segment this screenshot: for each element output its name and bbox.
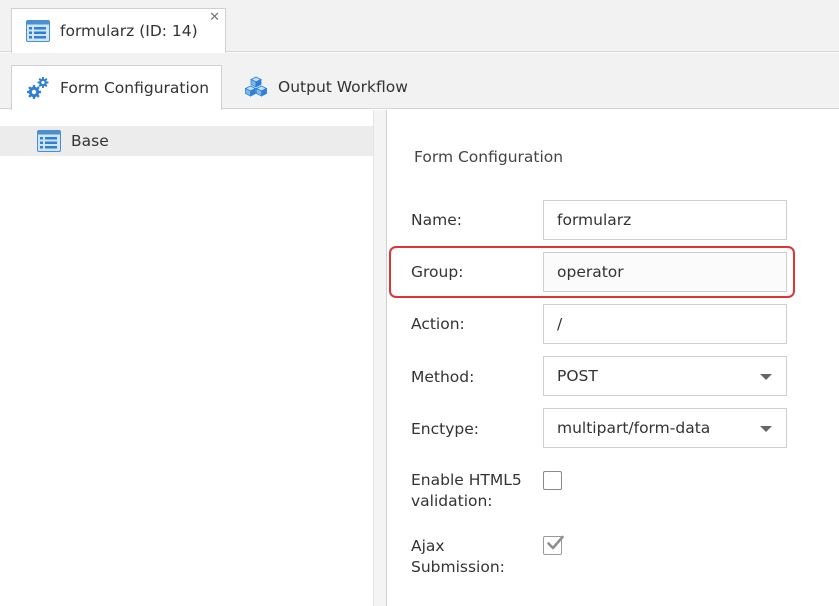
tab-output-workflow[interactable]: Output Workflow <box>231 65 431 109</box>
action-label: Action: <box>411 315 465 333</box>
html5-validation-label-line1: Enable HTML5 <box>411 471 522 489</box>
sub-tab-bar: Form Configuration Output Workflow <box>0 53 839 110</box>
ajax-submission-label: Ajax Submission: <box>411 536 505 578</box>
form-icon <box>26 20 50 42</box>
checkmark-icon <box>547 535 564 550</box>
name-input[interactable]: formularz <box>543 200 787 240</box>
method-select[interactable]: POST <box>543 356 787 396</box>
tab-output-workflow-label: Output Workflow <box>278 78 408 96</box>
name-input-value: formularz <box>557 211 632 229</box>
document-tab-bar: formularz (ID: 14) ✕ <box>0 0 839 53</box>
chevron-down-icon <box>760 426 772 432</box>
group-label: Group: <box>411 263 464 281</box>
cubes-icon <box>244 76 268 97</box>
enctype-select[interactable]: multipart/form-data <box>543 408 787 448</box>
html5-validation-checkbox[interactable] <box>543 471 562 490</box>
ajax-submission-label-line1: Ajax <box>411 537 445 555</box>
panel-title: Form Configuration <box>414 148 564 166</box>
name-label: Name: <box>411 211 462 229</box>
method-label: Method: <box>411 368 475 386</box>
action-input[interactable]: / <box>543 304 787 344</box>
tab-form-configuration[interactable]: Form Configuration <box>11 65 222 110</box>
tree-item-base[interactable]: Base <box>0 126 373 156</box>
group-input-value: operator <box>557 263 624 281</box>
panel-splitter[interactable] <box>373 110 387 606</box>
action-input-value: / <box>557 315 563 333</box>
chevron-down-icon <box>760 374 772 380</box>
close-icon[interactable]: ✕ <box>209 11 220 24</box>
method-select-value: POST <box>557 367 598 385</box>
group-input[interactable]: operator <box>543 252 787 292</box>
document-tab-label: formularz (ID: 14) <box>60 22 198 40</box>
enctype-label: Enctype: <box>411 420 479 438</box>
ajax-submission-label-line2: Submission: <box>411 558 505 576</box>
form-icon <box>37 130 61 152</box>
document-tab[interactable]: formularz (ID: 14) ✕ <box>11 8 226 53</box>
structure-tree: Base <box>0 110 373 606</box>
tab-form-configuration-label: Form Configuration <box>60 79 210 97</box>
enctype-select-value: multipart/form-data <box>557 419 711 437</box>
html5-validation-label-line2: validation: <box>411 492 493 510</box>
form-configuration-panel: Form Configuration Name: formularz Group… <box>388 110 839 606</box>
html5-validation-label: Enable HTML5 validation: <box>411 470 522 512</box>
gears-icon <box>27 77 49 99</box>
tree-item-label: Base <box>71 132 109 150</box>
ajax-submission-checkbox[interactable] <box>543 535 564 555</box>
